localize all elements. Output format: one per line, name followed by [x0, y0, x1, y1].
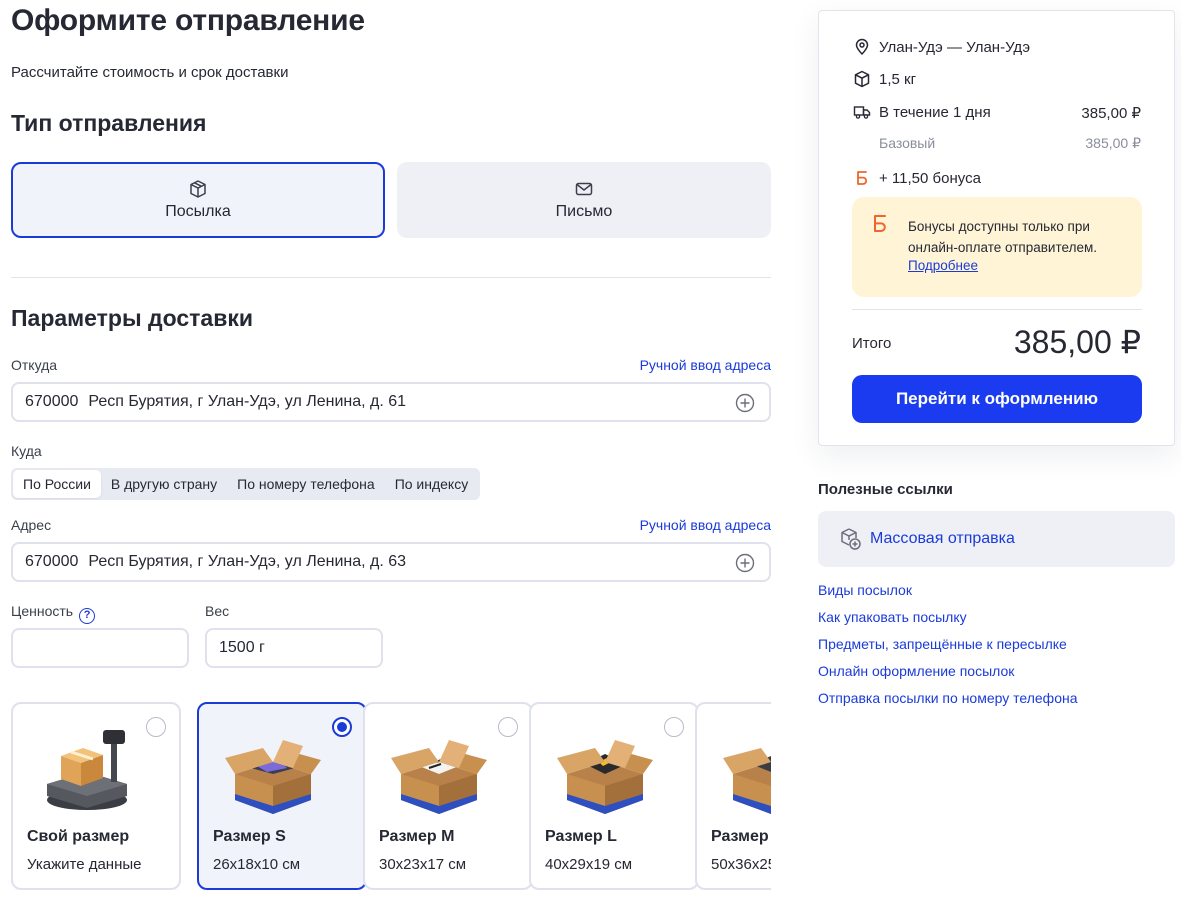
- total-value: 385,00 ₽: [1013, 324, 1141, 360]
- page-title: Оформите отправление: [11, 4, 365, 37]
- weight-label: Вес: [205, 603, 230, 619]
- size-name: Размер S: [213, 828, 286, 845]
- summary-term: В течение 1 дня: [853, 103, 991, 121]
- summary-route: Улан-Удэ — Улан-Удэ: [853, 38, 1030, 56]
- link-online-registration[interactable]: Онлайн оформление посылок: [818, 662, 1078, 689]
- bonus-icon: [874, 215, 886, 232]
- add-circle-icon[interactable]: [735, 393, 755, 413]
- link-prohibited-items[interactable]: Предметы, запрещённые к пересылке: [818, 635, 1078, 662]
- size-card-xl[interactable]: Размер XL 50x36x25 см: [695, 702, 771, 890]
- weight-text: 1,5 кг: [879, 70, 917, 88]
- size-cards: Свой размер Укажите данные Размер S 26x1…: [11, 702, 771, 892]
- to-address-input[interactable]: 670000 Респ Бурятия, г Улан-Удэ, ул Лени…: [11, 542, 771, 582]
- tab-other-country[interactable]: В другую страну: [101, 470, 227, 498]
- route-text: Улан-Удэ — Улан-Удэ: [879, 38, 1030, 56]
- declared-value-input[interactable]: [11, 628, 189, 668]
- from-address-input[interactable]: 670000 Респ Бурятия, г Улан-Удэ, ул Лени…: [11, 382, 771, 422]
- box-l-icon: [557, 740, 653, 814]
- shipment-type-heading: Тип отправления: [11, 110, 207, 136]
- size-card-s[interactable]: Размер S 26x18x10 см: [197, 702, 367, 890]
- size-dims: 50x36x25 см: [711, 856, 771, 873]
- tariff-price: 385,00 ₽: [1085, 135, 1141, 151]
- mass-send-button[interactable]: Массовая отправка: [818, 511, 1175, 567]
- tariff-label: Базовый: [879, 135, 936, 151]
- declared-value-label-text: Ценность: [11, 603, 74, 619]
- total-label: Итого: [852, 335, 892, 352]
- tab-postcode[interactable]: По индексу: [385, 470, 479, 498]
- size-dims: 26x18x10 см: [213, 856, 301, 873]
- size-name: Размер M: [379, 828, 455, 845]
- box-icon: [854, 70, 870, 88]
- envelope-icon: [575, 182, 593, 196]
- size-radio[interactable]: [664, 717, 684, 737]
- link-parcel-types[interactable]: Виды посылок: [818, 581, 1078, 608]
- summary-weight: 1,5 кг: [853, 70, 916, 88]
- box-s-icon: [225, 740, 321, 814]
- size-dims: Укажите данные: [27, 856, 142, 873]
- size-radio[interactable]: [146, 717, 166, 737]
- page-subtitle: Рассчитайте стоимость и срок доставки: [11, 64, 289, 81]
- size-radio[interactable]: [498, 717, 518, 737]
- type-parcel-button[interactable]: Посылка: [11, 162, 385, 238]
- bonus-note: Бонусы доступны только при онлайн-оплате…: [908, 219, 1097, 255]
- help-icon[interactable]: ?: [79, 608, 96, 624]
- box-add-icon: [841, 528, 861, 550]
- bonus-info-box: Бонусы доступны только при онлайн-оплате…: [852, 197, 1142, 297]
- size-dims: 30x23x17 см: [379, 856, 467, 873]
- from-label: Откуда: [11, 357, 58, 373]
- link-send-by-phone[interactable]: Отправка посылки по номеру телефона: [818, 689, 1078, 716]
- size-dims: 40x29x19 см: [545, 856, 633, 873]
- type-parcel-label: Посылка: [165, 203, 231, 220]
- to-label: Куда: [11, 443, 42, 459]
- size-name: Свой размер: [27, 828, 130, 845]
- to-address-text: Респ Бурятия, г Улан-Удэ, ул Ленина, д. …: [88, 553, 407, 570]
- bonus-icon: [857, 171, 868, 185]
- summary-divider: [852, 309, 1142, 310]
- proceed-button[interactable]: Перейти к оформлению: [852, 375, 1142, 423]
- delivery-params-heading: Параметры доставки: [11, 305, 253, 331]
- term-price: 385,00 ₽: [1081, 105, 1141, 122]
- scale-icon: [47, 730, 127, 810]
- box-m-icon: [391, 740, 487, 814]
- box-icon: [190, 180, 206, 198]
- size-name: Размер L: [545, 828, 617, 845]
- useful-links-title: Полезные ссылки: [818, 481, 953, 498]
- add-circle-icon[interactable]: [735, 553, 755, 573]
- destination-tabs: По России В другую страну По номеру теле…: [11, 468, 481, 500]
- size-name: Размер XL: [711, 828, 771, 845]
- mass-send-label: Массовая отправка: [870, 530, 1015, 547]
- from-address-text: Респ Бурятия, г Улан-Удэ, ул Ленина, д. …: [88, 393, 407, 410]
- section-divider: [11, 277, 771, 278]
- bonus-more-link[interactable]: Подробнее: [908, 258, 978, 273]
- type-letter-label: Письмо: [555, 203, 613, 220]
- to-manual-address-link[interactable]: Ручной ввод адреса: [640, 517, 771, 533]
- declared-value-label: Ценность?: [11, 603, 96, 624]
- truck-icon: [853, 106, 871, 119]
- tab-phone-number[interactable]: По номеру телефона: [227, 470, 385, 498]
- order-summary: Улан-Удэ — Улан-Удэ 1,5 кг В течение 1 д…: [818, 10, 1175, 446]
- bonus-text: + 11,50 бонуса: [879, 169, 981, 187]
- link-how-to-pack[interactable]: Как упаковать посылку: [818, 608, 1078, 635]
- useful-links-list: Виды посылок Как упаковать посылку Предм…: [818, 581, 1078, 716]
- summary-bonus: + 11,50 бонуса: [853, 169, 981, 187]
- location-pin-icon: [855, 38, 869, 56]
- address-label: Адрес: [11, 517, 52, 533]
- type-letter-button[interactable]: Письмо: [397, 162, 771, 238]
- weight-input[interactable]: 1500 г: [205, 628, 383, 668]
- from-postcode: 670000: [25, 393, 79, 410]
- from-manual-address-link[interactable]: Ручной ввод адреса: [640, 357, 771, 373]
- size-radio[interactable]: [332, 717, 352, 737]
- box-xl-icon: [723, 748, 771, 814]
- size-card-custom[interactable]: Свой размер Укажите данные: [11, 702, 181, 890]
- term-text: В течение 1 дня: [879, 103, 991, 121]
- tab-russia[interactable]: По России: [13, 470, 101, 498]
- size-card-l[interactable]: Размер L 40x29x19 см: [529, 702, 699, 890]
- to-postcode: 670000: [25, 553, 79, 570]
- size-card-m[interactable]: Размер M 30x23x17 см: [363, 702, 533, 890]
